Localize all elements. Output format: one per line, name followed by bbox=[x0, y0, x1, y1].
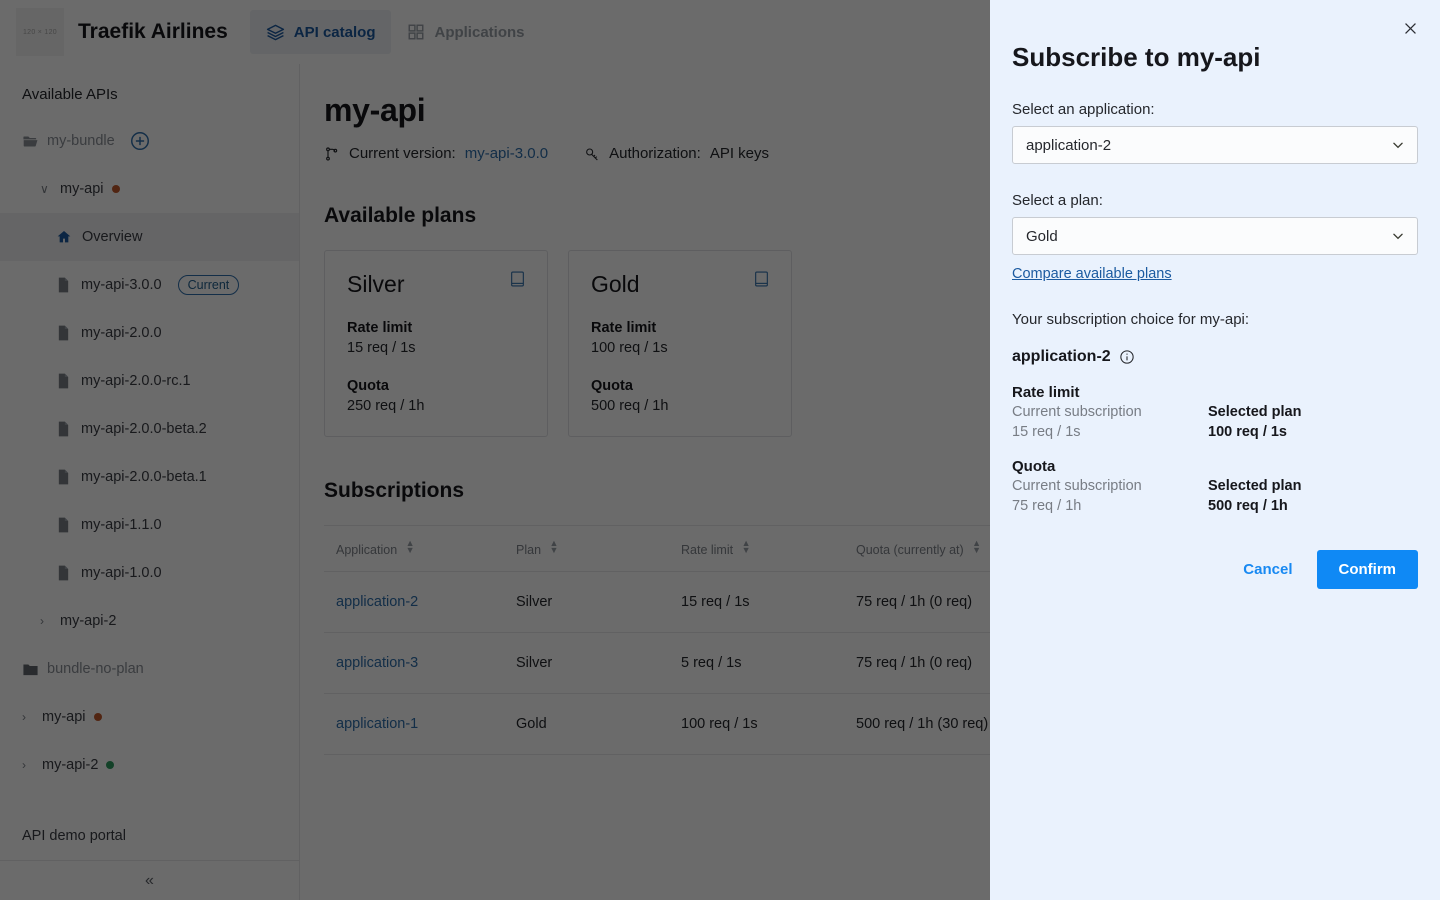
drawer-actions: Cancel Confirm bbox=[1012, 550, 1418, 589]
subscription-choice-intro: Your subscription choice for my-api: bbox=[1012, 311, 1418, 328]
application-select-value: application-2 bbox=[1026, 137, 1111, 154]
comparison-rate-limit-selected: Selected plan 100 req / 1s bbox=[1208, 404, 1404, 440]
info-circle-icon[interactable] bbox=[1119, 349, 1135, 365]
comparison-quota-selected-header: Selected plan bbox=[1208, 478, 1404, 494]
close-icon[interactable] bbox=[1396, 14, 1424, 42]
comparison-rate-limit-title: Rate limit bbox=[1012, 384, 1418, 401]
plan-select[interactable]: Gold bbox=[1012, 217, 1418, 255]
subscribe-drawer: Subscribe to my-api Select an applicatio… bbox=[990, 0, 1440, 900]
select-application-label: Select an application: bbox=[1012, 101, 1418, 118]
app-root: 120 × 120 Traefik Airlines API catalog bbox=[0, 0, 1440, 900]
confirm-button[interactable]: Confirm bbox=[1317, 550, 1419, 589]
compare-plans-link[interactable]: Compare available plans bbox=[1012, 266, 1172, 282]
application-select[interactable]: application-2 bbox=[1012, 126, 1418, 164]
subscription-choice-application: application-2 bbox=[1012, 348, 1418, 366]
comparison-quota: Quota Current subscription 75 req / 1h S… bbox=[1012, 458, 1418, 514]
chevron-down-icon bbox=[1391, 229, 1405, 243]
comparison-rate-limit: Rate limit Current subscription 15 req /… bbox=[1012, 384, 1418, 440]
comparison-rate-limit-selected-header: Selected plan bbox=[1208, 404, 1404, 420]
comparison-rate-limit-current-header: Current subscription bbox=[1012, 404, 1208, 420]
comparison-quota-current-value: 75 req / 1h bbox=[1012, 498, 1208, 514]
comparison-quota-title: Quota bbox=[1012, 458, 1418, 475]
drawer-title: Subscribe to my-api bbox=[1012, 0, 1418, 73]
cancel-button[interactable]: Cancel bbox=[1235, 551, 1300, 588]
comparison-quota-selected: Selected plan 500 req / 1h bbox=[1208, 478, 1404, 514]
select-plan-label: Select a plan: bbox=[1012, 192, 1418, 209]
subscription-choice-application-label: application-2 bbox=[1012, 348, 1111, 366]
chevron-down-icon bbox=[1391, 138, 1405, 152]
comparison-rate-limit-current-value: 15 req / 1s bbox=[1012, 424, 1208, 440]
comparison-quota-current-header: Current subscription bbox=[1012, 478, 1208, 494]
comparison-quota-selected-value: 500 req / 1h bbox=[1208, 498, 1404, 514]
comparison-quota-current: Current subscription 75 req / 1h bbox=[1012, 478, 1208, 514]
comparison-rate-limit-selected-value: 100 req / 1s bbox=[1208, 424, 1404, 440]
comparison-rate-limit-current: Current subscription 15 req / 1s bbox=[1012, 404, 1208, 440]
plan-select-value: Gold bbox=[1026, 228, 1058, 245]
comparison-quota-columns: Current subscription 75 req / 1h Selecte… bbox=[1012, 478, 1418, 514]
comparison-rate-limit-columns: Current subscription 15 req / 1s Selecte… bbox=[1012, 404, 1418, 440]
